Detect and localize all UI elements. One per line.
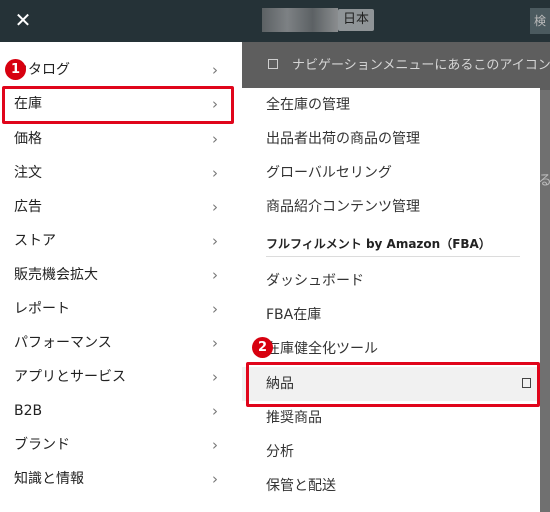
submenu-item-storage-delivery[interactable]: 保管と配送 (242, 469, 540, 503)
sidebar-item-label: 販売機会拡大 (14, 267, 98, 283)
submenu-divider (266, 256, 520, 257)
sidebar-item-reports[interactable]: レポート › (0, 292, 242, 326)
sidebar-item-label: ストア (14, 233, 56, 249)
submenu-item-label: 保管と配送 (266, 478, 336, 494)
submenu-item-label: 全在庫の管理 (266, 97, 350, 113)
highlight-shipments (246, 362, 540, 407)
chevron-right-icon: › (212, 368, 218, 386)
menu-header: ✕ (0, 0, 242, 42)
submenu-item-manage-mfn-inventory[interactable]: 出品者出荷の商品の管理 (242, 122, 540, 156)
submenu-item-dashboard[interactable]: ダッシュボード (242, 264, 540, 298)
sidebar-item-performance[interactable]: パフォーマンス › (0, 326, 242, 360)
submenu-section-title: フルフィルメント by Amazon（FBA） (266, 237, 491, 251)
sidebar-item-label: 広告 (14, 199, 42, 215)
chevron-right-icon: › (212, 232, 218, 250)
chevron-right-icon: › (212, 61, 218, 79)
sidebar-item-label: B2B (14, 403, 43, 419)
close-icon[interactable]: ✕ (13, 8, 33, 32)
sidebar-item-advertising[interactable]: 広告 › (0, 190, 242, 224)
navigation-menu: ✕ カタログ › 在庫 › 価格 › 注文 › 広告 › ストア › 販売機会拡… (0, 0, 242, 512)
sidebar-item-b2b[interactable]: B2B › (0, 394, 242, 428)
sidebar-item-brands[interactable]: ブランド › (0, 428, 242, 462)
search-button[interactable]: 検 (530, 8, 550, 34)
submenu-item-analytics[interactable]: 分析 (242, 435, 540, 469)
submenu-item-a-plus-content[interactable]: 商品紹介コンテンツ管理 (242, 190, 540, 224)
sidebar-item-label: ブランド (14, 437, 70, 453)
chevron-right-icon: › (212, 436, 218, 454)
chevron-right-icon: › (212, 164, 218, 182)
sidebar-item-pricing[interactable]: 価格 › (0, 122, 242, 156)
submenu-item-fba-inventory[interactable]: FBA在庫 (242, 298, 540, 332)
sidebar-item-label: アプリとサービス (14, 369, 126, 385)
sidebar-item-growth[interactable]: 販売機会拡大 › (0, 258, 242, 292)
submenu-item-label: 分析 (266, 444, 294, 460)
submenu-item-label: FBA在庫 (266, 307, 322, 323)
sidebar-item-label: レポート (14, 301, 70, 317)
step-badge-2: 2 (252, 337, 273, 358)
language-chip[interactable]: 日本 (338, 9, 375, 31)
submenu-item-global-selling[interactable]: グローバルセリング (242, 156, 540, 190)
submenu-item-label: 在庫健全化ツール (266, 341, 378, 357)
sidebar-item-label: 注文 (14, 165, 42, 181)
sidebar-item-stores[interactable]: ストア › (0, 224, 242, 258)
submenu-item-label: グローバルセリング (266, 165, 392, 181)
blurred-store-name (262, 8, 338, 32)
sidebar-item-label: 知識と情報 (14, 471, 84, 487)
chevron-right-icon: › (212, 470, 218, 488)
submenu-item-label: 商品紹介コンテンツ管理 (266, 199, 420, 215)
chevron-right-icon: › (212, 334, 218, 352)
submenu-item-manage-all-inventory[interactable]: 全在庫の管理 (242, 88, 540, 122)
submenu-item-inventory-health[interactable]: 在庫健全化ツール (242, 332, 540, 366)
submenu-item-label: 出品者出荷の商品の管理 (266, 131, 420, 147)
inventory-submenu: 全在庫の管理 出品者出荷の商品の管理 グローバルセリング 商品紹介コンテンツ管理… (242, 88, 540, 512)
chevron-right-icon: › (212, 130, 218, 148)
chevron-right-icon: › (212, 266, 218, 284)
chevron-right-icon: › (212, 198, 218, 216)
chevron-right-icon: › (212, 300, 218, 318)
sidebar-item-label: 価格 (14, 131, 42, 147)
sidebar-item-orders[interactable]: 注文 › (0, 156, 242, 190)
step-badge-1: 1 (5, 59, 26, 80)
sidebar-item-apps-services[interactable]: アプリとサービス › (0, 360, 242, 394)
info-strip-text: ナビゲーションメニューにあるこのアイコン (292, 58, 550, 73)
pin-icon (268, 59, 278, 69)
highlight-inventory (2, 86, 234, 124)
chevron-right-icon: › (212, 402, 218, 420)
sidebar-item-label: パフォーマンス (14, 335, 112, 351)
sidebar-item-learn[interactable]: 知識と情報 › (0, 462, 242, 496)
submenu-item-label: ダッシュボード (266, 273, 364, 289)
sidebar-item-catalog[interactable]: カタログ › (0, 53, 242, 87)
